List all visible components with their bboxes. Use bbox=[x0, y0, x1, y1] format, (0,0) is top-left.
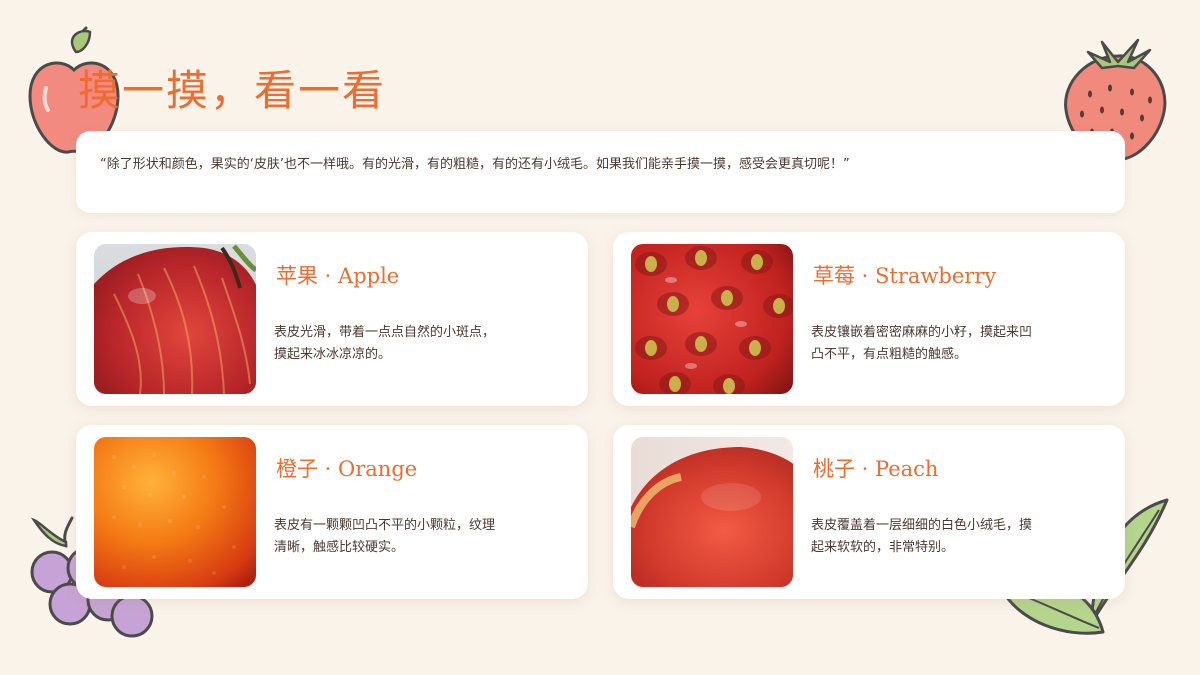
slide: 摸一摸，看一看 “除了形状和颜色，果实的‘皮肤’也不一样哦。有的光滑，有的粗糙，… bbox=[0, 0, 1200, 675]
intro-box: “除了形状和颜色，果实的‘皮肤’也不一样哦。有的光滑，有的粗糙，有的还有小绒毛。… bbox=[76, 131, 1125, 213]
fruit-name-apple: 苹果 · Apple bbox=[276, 264, 400, 288]
peach-skin-photo bbox=[631, 437, 793, 587]
fruit-name-peach: 桃子 · Peach bbox=[813, 457, 939, 481]
fruit-card-peach: 桃子 · Peach 表皮覆盖着一层细细的白色小绒毛，摸起来软软的，非常特别。 bbox=[613, 425, 1125, 599]
apple-skin-photo bbox=[94, 244, 256, 394]
fruit-card-orange: 橙子 · Orange 表皮有一颗颗凹凸不平的小颗粒，纹理清晰，触感比较硬实。 bbox=[76, 425, 588, 599]
fruit-name-orange: 橙子 · Orange bbox=[276, 457, 418, 481]
intro-text: “除了形状和颜色，果实的‘皮肤’也不一样哦。有的光滑，有的粗糙，有的还有小绒毛。… bbox=[100, 157, 850, 172]
fruit-name-strawberry: 草莓 · Strawberry bbox=[813, 264, 997, 288]
fruit-desc-peach: 表皮覆盖着一层细细的白色小绒毛，摸起来软软的，非常特别。 bbox=[811, 518, 1033, 555]
page-title: 摸一摸，看一看 bbox=[78, 66, 387, 115]
fruit-desc-orange: 表皮有一颗颗凹凸不平的小颗粒，纹理清晰，触感比较硬实。 bbox=[274, 518, 496, 555]
fruit-card-apple: 苹果 · Apple 表皮光滑，带着一点点自然的小斑点，摸起来冰冰凉凉的。 bbox=[76, 232, 588, 406]
fruit-desc-strawberry: 表皮镶嵌着密密麻麻的小籽，摸起来凹凸不平，有点粗糙的触感。 bbox=[811, 325, 1033, 362]
fruit-desc-apple: 表皮光滑，带着一点点自然的小斑点，摸起来冰冰凉凉的。 bbox=[274, 325, 496, 362]
orange-skin-photo bbox=[94, 437, 256, 587]
strawberry-skin-photo bbox=[631, 244, 793, 394]
fruit-card-strawberry: 草莓 · Strawberry 表皮镶嵌着密密麻麻的小籽，摸起来凹凸不平，有点粗… bbox=[613, 232, 1125, 406]
